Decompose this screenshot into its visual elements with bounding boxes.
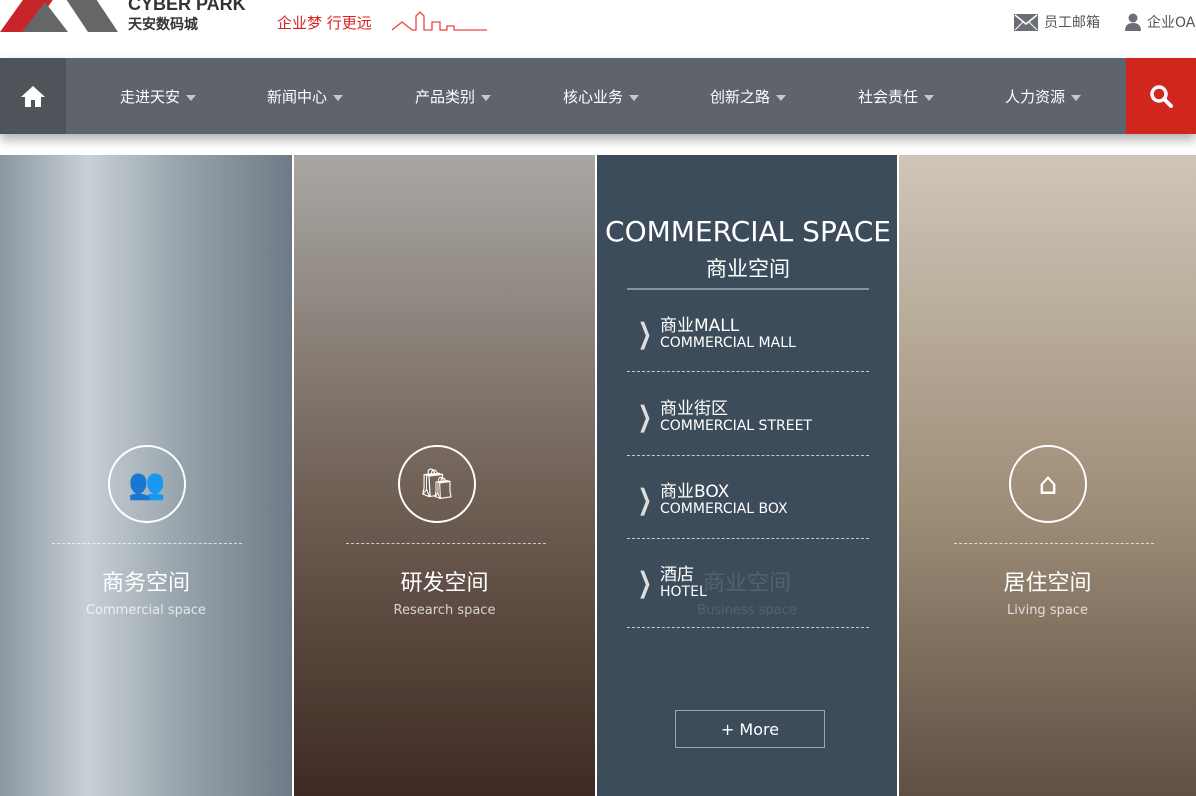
panel-subtitle: Living space bbox=[1007, 603, 1088, 618]
nav-label: 核心业务 bbox=[563, 88, 624, 106]
nav-label: 产品类别 bbox=[415, 88, 476, 106]
mail-icon bbox=[1014, 13, 1038, 31]
chevron-right-icon: ❯ bbox=[637, 400, 652, 433]
item-cn: 商业BOX bbox=[660, 482, 730, 502]
panel-title: 研发空间 bbox=[400, 571, 489, 596]
panel-business-space-expanded[interactable]: 商业空间 Business space COMMERCIAL SPACE 商业空… bbox=[597, 155, 899, 796]
divider bbox=[627, 288, 869, 290]
people-icon: 👥 bbox=[108, 445, 186, 523]
nav-item-news[interactable]: 新闻中心 bbox=[267, 86, 344, 107]
brand-name-en: CYBER PARK bbox=[128, 0, 246, 14]
nav-item-csr[interactable]: 社会责任 bbox=[858, 86, 935, 107]
divider bbox=[346, 543, 546, 544]
home-icon bbox=[21, 86, 45, 107]
panel-subtitle: Commercial space bbox=[85, 603, 207, 618]
commercial-title-en: COMMERCIAL SPACE bbox=[605, 215, 891, 248]
nav-item-hr[interactable]: 人力资源 bbox=[1005, 86, 1082, 107]
header: CYBER PARK 天安数码城 企业梦 行更远 员工邮箱 企业OA bbox=[0, 0, 1196, 58]
user-icon bbox=[1125, 13, 1141, 31]
item-en: HOTEL bbox=[660, 584, 707, 600]
item-en: COMMERCIAL STREET bbox=[660, 418, 812, 434]
brand-name-cn: 天安数码城 bbox=[128, 17, 198, 33]
divider bbox=[627, 627, 869, 628]
panel-title: 居住空间 bbox=[1003, 571, 1092, 596]
nav-item-innovation[interactable]: 创新之路 bbox=[710, 86, 787, 107]
panel-subtitle: Research space bbox=[393, 603, 496, 618]
item-cn: 商业MALL bbox=[660, 316, 740, 336]
caret-down-icon bbox=[1071, 94, 1082, 101]
divider bbox=[627, 538, 869, 539]
caret-down-icon bbox=[924, 94, 935, 101]
chevron-right-icon: ❯ bbox=[637, 317, 652, 350]
caret-down-icon bbox=[776, 94, 787, 101]
panel-commercial-space[interactable]: 👥 商务空间 Commercial space bbox=[0, 155, 294, 796]
enterprise-oa-label: 企业OA bbox=[1147, 15, 1196, 31]
search-icon bbox=[1150, 85, 1173, 108]
divider bbox=[954, 543, 1154, 544]
bag-icon: 🛍 bbox=[398, 445, 476, 523]
panel-living-space[interactable]: ⌂ 居住空间 Living space bbox=[899, 155, 1196, 796]
staff-mail-link[interactable]: 员工邮箱 bbox=[1014, 12, 1100, 32]
commercial-title-cn: 商业空间 bbox=[706, 257, 790, 281]
nav-label: 创新之路 bbox=[710, 88, 771, 106]
caret-down-icon bbox=[629, 94, 640, 101]
item-en: COMMERCIAL MALL bbox=[660, 335, 796, 351]
caret-down-icon bbox=[186, 94, 197, 101]
nav-label: 走进天安 bbox=[120, 88, 181, 106]
panel-subtitle-faded: Business space bbox=[697, 603, 797, 618]
home-button[interactable] bbox=[0, 58, 66, 134]
panel-research-space[interactable]: 🛍 研发空间 Research space bbox=[294, 155, 597, 796]
item-cn: 商业街区 bbox=[660, 399, 728, 419]
slogan: 企业梦 行更远 bbox=[277, 14, 372, 32]
enterprise-oa-link[interactable]: 企业OA bbox=[1125, 12, 1195, 32]
nav-item-about[interactable]: 走进天安 bbox=[120, 86, 197, 107]
item-cn: 酒店 bbox=[660, 565, 694, 585]
skyline-icon bbox=[392, 11, 487, 31]
nav-item-business[interactable]: 核心业务 bbox=[563, 86, 640, 107]
nav-label: 新闻中心 bbox=[267, 88, 328, 106]
nav-item-products[interactable]: 产品类别 bbox=[415, 86, 492, 107]
divider bbox=[627, 371, 869, 372]
chevron-right-icon: ❯ bbox=[637, 483, 652, 516]
main-nav: 走进天安 新闻中心 产品类别 核心业务 创新之路 社会责任 人力资源 bbox=[0, 58, 1196, 134]
staff-mail-label: 员工邮箱 bbox=[1044, 15, 1100, 31]
item-en: COMMERCIAL BOX bbox=[660, 501, 788, 517]
logo[interactable] bbox=[0, 0, 120, 32]
house-icon: ⌂ bbox=[1009, 445, 1087, 523]
search-button[interactable] bbox=[1126, 58, 1196, 134]
nav-label: 社会责任 bbox=[858, 88, 919, 106]
caret-down-icon bbox=[481, 94, 492, 101]
caret-down-icon bbox=[333, 94, 344, 101]
divider bbox=[627, 455, 869, 456]
divider bbox=[52, 543, 242, 544]
nav-label: 人力资源 bbox=[1005, 88, 1066, 106]
chevron-right-icon: ❯ bbox=[637, 566, 652, 599]
more-button[interactable]: + More bbox=[675, 710, 825, 748]
panel-title: 商务空间 bbox=[101, 571, 190, 596]
space-panels: 👥 商务空间 Commercial space 🛍 研发空间 Research … bbox=[0, 155, 1196, 796]
